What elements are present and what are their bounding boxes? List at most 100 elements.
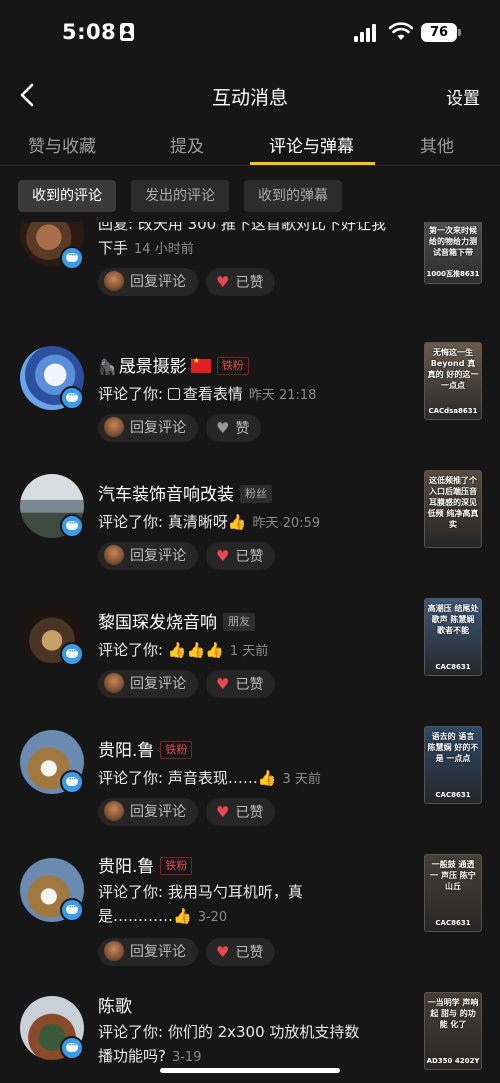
comment-badge-icon [60, 1036, 84, 1060]
video-thumbnail[interactable]: 这低频推了个入口后端压音耳膜感的深见低频 纯净高真实 [424, 470, 482, 548]
comment-body: 评论了你: 你们的 2x300 功放机支持数播功能吗? [98, 1023, 360, 1065]
thumb-text: 一般鼓 通透 一 声压 陈宁山丘 [430, 860, 476, 891]
wifi-icon [389, 22, 413, 40]
home-indicator[interactable] [160, 1068, 340, 1073]
page-title: 互动消息 [211, 87, 288, 109]
reply-button[interactable]: 回复评论 [98, 414, 198, 442]
thumb-id: CACdsa8631 [428, 407, 478, 415]
user-name-row[interactable]: 贵阳.鲁 铁粉 [98, 736, 193, 761]
like-button[interactable]: ♥ 赞 [206, 414, 262, 442]
user-name-row[interactable]: 汽车装饰音响改装 粉丝 [98, 480, 272, 505]
thumb-text: 语去的 语言 陈慧娴 好的不是 一点点 [427, 732, 479, 763]
comment-body: 评论了你: 声音表现…… [98, 769, 258, 787]
user-name: 贵阳.鲁 [98, 857, 155, 877]
thumb-text: 高潮压 结尾处 歌声 陈慧娴 歌者不能 [427, 604, 479, 635]
comment-time: 昨天 21:18 [248, 388, 317, 403]
thumb-id: CAC8631 [435, 919, 471, 927]
tab-comments-danmaku[interactable]: 评论与弹幕 [269, 132, 354, 157]
comment-text[interactable]: 评论了你: 查看表情 昨天 21:18 [98, 382, 398, 408]
thumb-id: CAC8631 [435, 791, 471, 799]
status-time: 5:08 [62, 20, 135, 44]
user-name-row[interactable]: 陈歌 [98, 992, 132, 1017]
user-name: 黎国琛发烧音响 [98, 613, 217, 633]
like-button[interactable]: ♥ 已赞 [206, 798, 276, 826]
comment-text[interactable]: 回复: 改天用 300 推下这首歌对比下好让我下手 14 小时前 [98, 222, 398, 262]
video-thumbnail[interactable]: 语去的 语言 陈慧娴 好的不是 一点点 CAC8631 [424, 726, 482, 804]
reply-button[interactable]: 回复评论 [98, 938, 198, 966]
heart-icon: ♥ [216, 803, 230, 821]
battery-level: 76 [429, 25, 449, 40]
like-label: 已赞 [235, 677, 264, 693]
status-time-text: 5:08 [62, 20, 117, 44]
comment-body: 评论了你: [98, 385, 168, 403]
comment-text[interactable]: 评论了你: 👍👍👍 1 天前 [98, 638, 398, 664]
chip-sent-comments[interactable]: 发出的评论 [131, 180, 229, 212]
user-name: 晟景摄影 [118, 357, 187, 377]
comment-text[interactable]: 评论了你: 真清晰呀👍 昨天 20:59 [98, 510, 398, 536]
like-button[interactable]: ♥ 已赞 [206, 268, 276, 296]
list-item[interactable]: 贵阳.鲁铁粉 评论了你: 我用马勺耳机听，真是…………👍3-20 回复评论 ♥已… [0, 852, 500, 980]
gorilla-icon: 🦍 [98, 358, 117, 376]
like-button[interactable]: ♥ 已赞 [206, 938, 276, 966]
comment-badge-icon [60, 514, 84, 538]
video-thumbnail[interactable]: 高潮压 结尾处 歌声 陈慧娴 歌者不能 CAC8631 [424, 598, 482, 676]
comment-body: 评论了你: [98, 641, 168, 659]
tab-mentions[interactable]: 提及 [170, 132, 204, 157]
view-sticker-link[interactable]: 查看表情 [183, 385, 243, 403]
chip-received-comments[interactable]: 收到的评论 [18, 180, 116, 212]
china-flag-icon [190, 356, 211, 373]
user-name-row[interactable]: 黎国琛发烧音响 朋友 [98, 608, 255, 633]
tab-likes-favorites[interactable]: 赞与收藏 [28, 132, 96, 157]
like-button[interactable]: ♥ 已赞 [206, 670, 276, 698]
comment-time: 3-20 [197, 910, 228, 925]
contact-card-icon [120, 23, 135, 41]
thumb-id: 1000瓦推8631 [426, 270, 480, 278]
user-name-row[interactable]: 🦍晟景摄影 铁粉 [98, 352, 249, 377]
list-item[interactable]: 黎国琛发烧音响朋友 评论了你: 👍👍👍 1 天前 回复评论 ♥ 已赞 高潮压 结尾处… [0, 596, 500, 724]
reply-label: 回复评论 [130, 548, 186, 564]
thumb-id: AD350 4202Y [426, 1057, 480, 1065]
thumbs-up-icon: 👍 [227, 513, 247, 531]
user-name-row[interactable]: 贵阳.鲁 铁粉 [98, 852, 193, 877]
signal-icon [354, 24, 380, 42]
reply-button[interactable]: 回复评论 [98, 670, 198, 698]
relation-badge: 粉丝 [240, 485, 272, 503]
battery-icon: 76 [421, 23, 461, 42]
reply-button[interactable]: 回复评论 [98, 268, 198, 296]
like-button[interactable]: ♥ 已赞 [206, 542, 276, 570]
comment-badge-icon [60, 770, 84, 794]
video-thumbnail[interactable]: 无悔这一生 Beyond 真真的 好的这一 一点点 CACdsa8631 [424, 342, 482, 420]
user-name: 陈歌 [98, 997, 132, 1017]
reply-label: 回复评论 [130, 420, 186, 436]
comment-text[interactable]: 评论了你: 声音表现……👍 3 天前 [98, 766, 398, 792]
relation-badge: 朋友 [223, 613, 255, 631]
reply-label: 回复评论 [130, 274, 186, 290]
active-tab-indicator [250, 162, 375, 165]
thumbs-up-icon: 👍 [257, 769, 277, 787]
comment-badge-icon [60, 898, 84, 922]
reply-button[interactable]: 回复评论 [98, 542, 198, 570]
list-item[interactable]: 回复: 改天用 300 推下这首歌对比下好让我下手14 小时前 回复评论 ♥ 已赞… [0, 222, 500, 330]
comment-time: 14 小时前 [134, 242, 194, 257]
list-item[interactable]: 汽车装饰音响改装粉丝 评论了你: 真清晰呀👍昨天 20:59 回复评论 ♥已赞 … [0, 468, 500, 596]
tab-other[interactable]: 其他 [420, 132, 454, 157]
list-item[interactable]: 贵阳.鲁铁粉 评论了你: 声音表现……👍 3 天前 回复评论 ♥ 已赞 语去的 语言… [0, 724, 500, 852]
comment-time: 3 天前 [282, 772, 321, 787]
my-avatar [104, 545, 124, 565]
reply-label: 回复评论 [130, 676, 186, 692]
comment-text[interactable]: 评论了你: 我用马勺耳机听，真是…………👍 3-20 [98, 880, 338, 930]
list-item[interactable]: 🦍晟景摄影铁粉 评论了你: 查看表情昨天 21:18 回复评论 ♥赞 无悔这一生… [0, 340, 500, 468]
comment-text[interactable]: 评论了你: 你们的 2x300 功放机支持数播功能吗? 3-19 [98, 1020, 368, 1070]
chip-received-danmaku[interactable]: 收到的弹幕 [244, 180, 342, 212]
like-label: 已赞 [235, 945, 264, 961]
reply-button[interactable]: 回复评论 [98, 798, 198, 826]
like-label: 已赞 [235, 549, 264, 565]
video-thumbnail[interactable]: 第一次来时候给的物给力测试音箱下带 1000瓦推8631 [424, 222, 482, 284]
video-thumbnail[interactable]: 一般鼓 通透 一 声压 陈宁山丘 CAC8631 [424, 854, 482, 932]
navbar: 互动消息 设置 [0, 70, 500, 120]
comment-list[interactable]: 回复: 改天用 300 推下这首歌对比下好让我下手14 小时前 回复评论 ♥ 已赞… [0, 222, 500, 1083]
comment-badge-icon [60, 386, 84, 410]
thumb-id: CAC8631 [435, 663, 471, 671]
settings-button[interactable]: 设置 [446, 84, 480, 109]
video-thumbnail[interactable]: 一当明学 声响起 甜与 的功能 化了 AD350 4202Y [424, 992, 482, 1070]
